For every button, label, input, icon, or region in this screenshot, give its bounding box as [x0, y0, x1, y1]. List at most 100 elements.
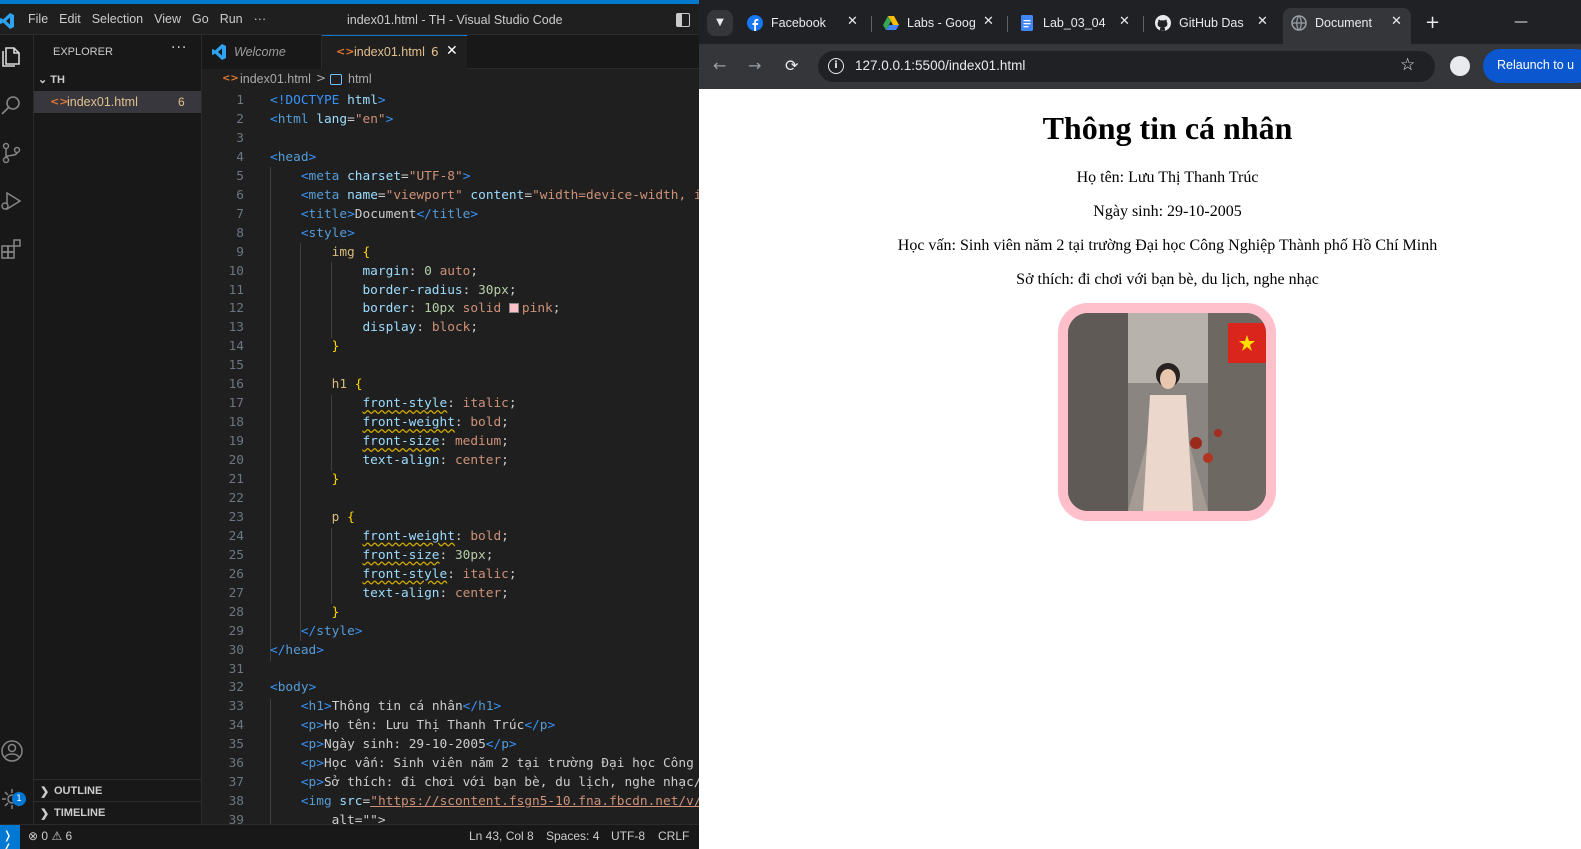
code-line[interactable]: 34 <p>Họ tên: Lưu Thị Thanh Trúc</p> — [202, 716, 699, 735]
breadcrumb-file[interactable]: index01.html — [240, 72, 311, 86]
code-line[interactable]: 3 — [202, 129, 699, 148]
code-text: <!DOCTYPE html> — [270, 93, 386, 108]
line-ending[interactable]: CRLF — [658, 829, 689, 843]
code-line[interactable]: 17 front-style: italic; — [202, 394, 699, 413]
menu-go[interactable]: Go — [192, 12, 209, 26]
minimize-button[interactable]: — — [1514, 14, 1528, 30]
new-tab-button[interactable]: + — [1425, 12, 1440, 33]
address-bar[interactable]: i 127.0.0.1:5500/index01.html ☆ — [818, 51, 1435, 82]
code-line[interactable]: 5 <meta charset="UTF-8"> — [202, 167, 699, 186]
tab-index01-html[interactable]: <> index01.html 6 ✕ — [322, 35, 467, 69]
code-line[interactable]: 26 front-style: italic; — [202, 565, 699, 584]
bookmark-star-icon[interactable]: ☆ — [1400, 55, 1415, 75]
explorer-more-button[interactable]: ··· — [171, 40, 187, 56]
code-line[interactable]: 11 border-radius: 30px; — [202, 281, 699, 300]
code-line[interactable]: 33 <h1>Thông tin cá nhân</h1> — [202, 697, 699, 716]
code-line[interactable]: 24 front-weight: bold; — [202, 527, 699, 546]
code-line[interactable]: 10 margin: 0 auto; — [202, 262, 699, 281]
explorer-file-index01[interactable]: <> index01.html 6 — [34, 91, 201, 113]
relaunch-button[interactable]: Relaunch to u — [1483, 49, 1581, 83]
tab-welcome[interactable]: Welcome — [202, 35, 322, 69]
code-line[interactable]: 30 </head> — [202, 641, 699, 660]
close-icon[interactable]: ✕ — [1391, 14, 1402, 29]
toggle-sidebar-icon[interactable] — [676, 13, 690, 27]
code-line[interactable]: 16 h1 { — [202, 375, 699, 394]
cursor-position[interactable]: Ln 43, Col 8 — [469, 829, 534, 843]
tab-problem-count: 6 — [431, 45, 439, 59]
profile-avatar-icon[interactable] — [1450, 56, 1470, 76]
browser-tab-lab-doc[interactable]: Lab_03_04 - ✕ — [1011, 8, 1139, 38]
code-line[interactable]: 9 img { — [202, 243, 699, 262]
code-line[interactable]: 18 front-weight: bold; — [202, 413, 699, 432]
menu-more[interactable]: ··· — [254, 12, 267, 26]
code-editor[interactable]: 1 <!DOCTYPE html> 2 <html lang="en"> 3 4 <head… — [202, 91, 699, 824]
outline-section[interactable]: ❯ OUTLINE — [34, 779, 201, 801]
browser-tab-labs[interactable]: Labs - Goog ✕ — [875, 8, 1003, 38]
remote-indicator[interactable]: ❭❬ — [0, 825, 20, 849]
code-line[interactable]: 25 front-size: 30px; — [202, 546, 699, 565]
code-line[interactable]: 28 } — [202, 603, 699, 622]
line-number: 37 — [228, 775, 244, 791]
menu-view[interactable]: View — [154, 12, 181, 26]
code-line[interactable]: 36 <p>Học vấn: Sinh viên năm 2 tại trườn… — [202, 754, 699, 773]
menu-file[interactable]: File — [28, 12, 48, 26]
forward-arrow-icon[interactable]: → — [748, 56, 761, 75]
menu-run[interactable]: Run — [220, 12, 243, 26]
code-line[interactable]: 38 <img src="https://scontent.fsgn5-10.f… — [202, 792, 699, 811]
code-line[interactable]: 15 — [202, 356, 699, 375]
code-line[interactable]: 1 <!DOCTYPE html> — [202, 91, 699, 110]
code-line[interactable]: 20 text-align: center; — [202, 451, 699, 470]
timeline-section[interactable]: ❯ TIMELINE — [34, 801, 201, 823]
run-debug-activity[interactable] — [0, 181, 34, 221]
browser-tab-facebook[interactable]: Facebook ✕ — [739, 8, 867, 38]
folder-th[interactable]: ⌄ TH — [38, 73, 65, 86]
indentation[interactable]: Spaces: 4 — [546, 829, 599, 843]
code-line[interactable]: 29 </style> — [202, 622, 699, 641]
site-info-icon[interactable]: i — [828, 58, 844, 74]
tab-search-button[interactable]: ▼ — [707, 10, 733, 36]
close-icon[interactable]: ✕ — [847, 14, 858, 29]
browser-tab-document[interactable]: Document ✕ — [1283, 8, 1411, 44]
code-line[interactable]: 39 alt=""> — [202, 811, 699, 824]
close-icon[interactable]: ✕ — [446, 43, 458, 59]
code-line[interactable]: 12 border: 10px solid pink; — [202, 299, 699, 318]
explorer-activity[interactable] — [0, 37, 34, 77]
code-line[interactable]: 4 <head> — [202, 148, 699, 167]
menu-selection[interactable]: Selection — [92, 12, 143, 26]
accounts-activity[interactable] — [0, 731, 34, 771]
close-icon[interactable]: ✕ — [1257, 14, 1268, 29]
menu-edit[interactable]: Edit — [59, 12, 81, 26]
reload-icon[interactable]: ⟳ — [785, 56, 798, 75]
code-line[interactable]: 6 <meta name="viewport" content="width=d… — [202, 186, 699, 205]
code-line[interactable]: 19 front-size: medium; — [202, 432, 699, 451]
encoding[interactable]: UTF-8 — [611, 829, 645, 843]
code-line[interactable]: 32 <body> — [202, 678, 699, 697]
tab-label: Lab_03_04 - — [1043, 16, 1109, 30]
code-line[interactable]: 13 display: block; — [202, 318, 699, 337]
code-line[interactable]: 22 — [202, 489, 699, 508]
close-icon[interactable]: ✕ — [983, 14, 994, 29]
code-line[interactable]: 27 text-align: center; — [202, 584, 699, 603]
source-control-icon — [2, 142, 21, 164]
breadcrumb-node[interactable]: html — [348, 72, 372, 86]
browser-window: ▼ Facebook ✕ Labs - Goog ✕ Lab_03_04 - ✕… — [699, 0, 1581, 849]
close-icon[interactable]: ✕ — [1119, 14, 1130, 29]
code-line[interactable]: 35 <p>Ngày sinh: 29-10-2005</p> — [202, 735, 699, 754]
code-line[interactable]: 31 — [202, 660, 699, 679]
code-line[interactable]: 37 <p>Sở thích: đi chơi với bạn bè, du l… — [202, 773, 699, 792]
line-number: 27 — [228, 585, 244, 601]
problems-status[interactable]: ⊗ 0 ⚠ 6 — [28, 829, 72, 843]
code-line[interactable]: 14 } — [202, 337, 699, 356]
browser-tab-github[interactable]: GitHub Dash ✕ — [1147, 8, 1277, 38]
timeline-label: TIMELINE — [54, 807, 106, 819]
code-text: alt=""> — [270, 813, 386, 824]
code-line[interactable]: 7 <title>Document</title> — [202, 205, 699, 224]
source-control-activity[interactable] — [0, 133, 34, 173]
code-line[interactable]: 23 p { — [202, 508, 699, 527]
extensions-activity[interactable] — [0, 229, 34, 269]
code-line[interactable]: 2 <html lang="en"> — [202, 110, 699, 129]
code-line[interactable]: 8 <style> — [202, 224, 699, 243]
code-line[interactable]: 21 } — [202, 470, 699, 489]
search-activity[interactable] — [0, 85, 34, 125]
back-arrow-icon[interactable]: ← — [713, 56, 726, 75]
